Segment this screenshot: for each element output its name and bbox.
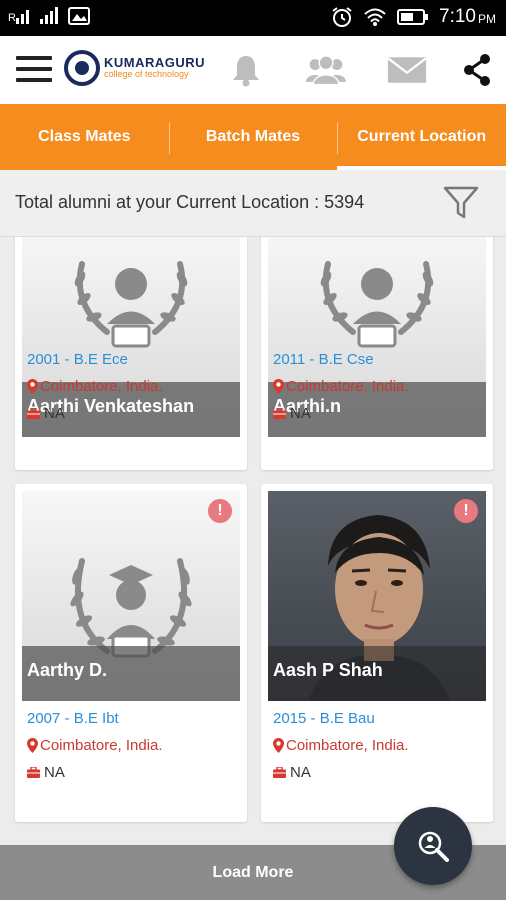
status-bar: R 7:10 PM — [0, 0, 506, 36]
logo-seal-icon — [64, 50, 100, 86]
tab-label: Current Location — [357, 128, 487, 145]
alumni-job: NA — [273, 764, 311, 781]
filter-icon[interactable] — [442, 184, 480, 222]
logo-title: KUMARAGURU — [104, 55, 206, 71]
alumni-count-text: Total alumni at your Current Location : … — [15, 192, 365, 212]
alert-badge-icon[interactable]: ! — [454, 499, 478, 523]
location-pin-icon — [273, 379, 284, 394]
alumni-location: Coimbatore, India. — [27, 737, 163, 754]
share-icon[interactable] — [457, 50, 497, 90]
tab-current-location[interactable]: Current Location — [337, 104, 506, 170]
location-pin-icon — [273, 738, 284, 753]
alumni-job-text: NA — [290, 764, 311, 781]
load-more-label: Load More — [212, 863, 294, 881]
alumni-job-text: NA — [44, 764, 65, 781]
clock-ampm: PM — [478, 12, 496, 26]
alumni-summary: Total alumni at your Current Location : … — [0, 170, 506, 237]
tab-batch-mates[interactable]: Batch Mates — [168, 104, 338, 170]
battery-icon — [397, 9, 429, 25]
alumni-name-overlay: Aash P Shah — [268, 646, 486, 701]
image-icon — [68, 7, 90, 25]
alumni-job: NA — [27, 764, 65, 781]
alumni-name: Aarthy D. — [27, 660, 108, 680]
profile-placeholder-photo: ! Aarthy D. — [22, 491, 240, 701]
alumni-grid: Aarthi Venkateshan 2001 - B.E Ece Coimba… — [0, 237, 506, 845]
logo-subtitle: college of technology — [104, 69, 189, 80]
briefcase-icon — [273, 408, 286, 419]
briefcase-icon — [27, 767, 40, 778]
tab-label: Batch Mates — [205, 128, 301, 145]
search-fab-button[interactable] — [394, 807, 472, 885]
svg-text:R: R — [8, 12, 16, 24]
alumni-name-overlay: Aarthy D. — [22, 646, 240, 701]
alumni-card[interactable]: Aarthi Venkateshan 2001 - B.E Ece Coimba… — [15, 237, 247, 470]
alumni-batch[interactable]: 2011 - B.E Cse — [273, 351, 374, 368]
alumni-job: NA — [273, 405, 311, 422]
location-pin-icon — [27, 379, 38, 394]
tab-label: Class Mates — [38, 128, 131, 145]
alumni-location-text: Coimbatore, India. — [40, 378, 163, 395]
alumni-job-text: NA — [290, 405, 311, 422]
alumni-batch[interactable]: 2001 - B.E Ece — [27, 351, 128, 368]
app-bar: KUMARAGURU college of technology — [0, 36, 506, 104]
alumni-batch[interactable]: 2007 - B.E Ibt — [27, 710, 119, 727]
alumni-card[interactable]: ! Aarthy D. 2007 - B.E Ibt Coimbatore, I… — [15, 484, 247, 822]
tab-bar: Class Mates Batch Mates Current Location — [0, 104, 506, 170]
alumni-card[interactable]: Aarthi.n 2011 - B.E Cse Coimbatore, Indi… — [261, 237, 493, 470]
alarm-icon — [332, 7, 352, 27]
wifi-icon — [364, 8, 386, 26]
app-logo: KUMARAGURU college of technology — [64, 50, 205, 86]
briefcase-icon — [27, 408, 40, 419]
alumni-location-text: Coimbatore, India. — [286, 737, 409, 754]
alumni-location-text: Coimbatore, India. — [40, 737, 163, 754]
location-pin-icon — [27, 738, 38, 753]
alumni-location: Coimbatore, India. — [273, 737, 409, 754]
signal-icon — [40, 7, 58, 24]
menu-icon[interactable] — [16, 56, 52, 84]
briefcase-icon — [273, 767, 286, 778]
alumni-batch[interactable]: 2015 - B.E Bau — [273, 710, 375, 727]
alert-badge-icon[interactable]: ! — [208, 499, 232, 523]
alumni-job: NA — [27, 405, 65, 422]
sim-signal-icon: R — [8, 10, 29, 24]
profile-photo: ! Aash P Shah — [268, 491, 486, 701]
alumni-job-text: NA — [44, 405, 65, 422]
alumni-card[interactable]: ! Aash P Shah 2015 - B.E Bau Coimbatore,… — [261, 484, 493, 822]
person-search-icon — [418, 831, 449, 862]
alumni-location: Coimbatore, India. — [27, 378, 163, 395]
group-icon[interactable] — [306, 50, 346, 90]
alumni-location: Coimbatore, India. — [273, 378, 409, 395]
alumni-name: Aash P Shah — [273, 660, 383, 680]
bell-icon[interactable] — [226, 50, 266, 90]
mail-icon[interactable] — [387, 50, 427, 90]
alumni-location-text: Coimbatore, India. — [286, 378, 409, 395]
tab-class-mates[interactable]: Class Mates — [0, 104, 169, 170]
clock-time: 7:10 — [439, 6, 476, 27]
